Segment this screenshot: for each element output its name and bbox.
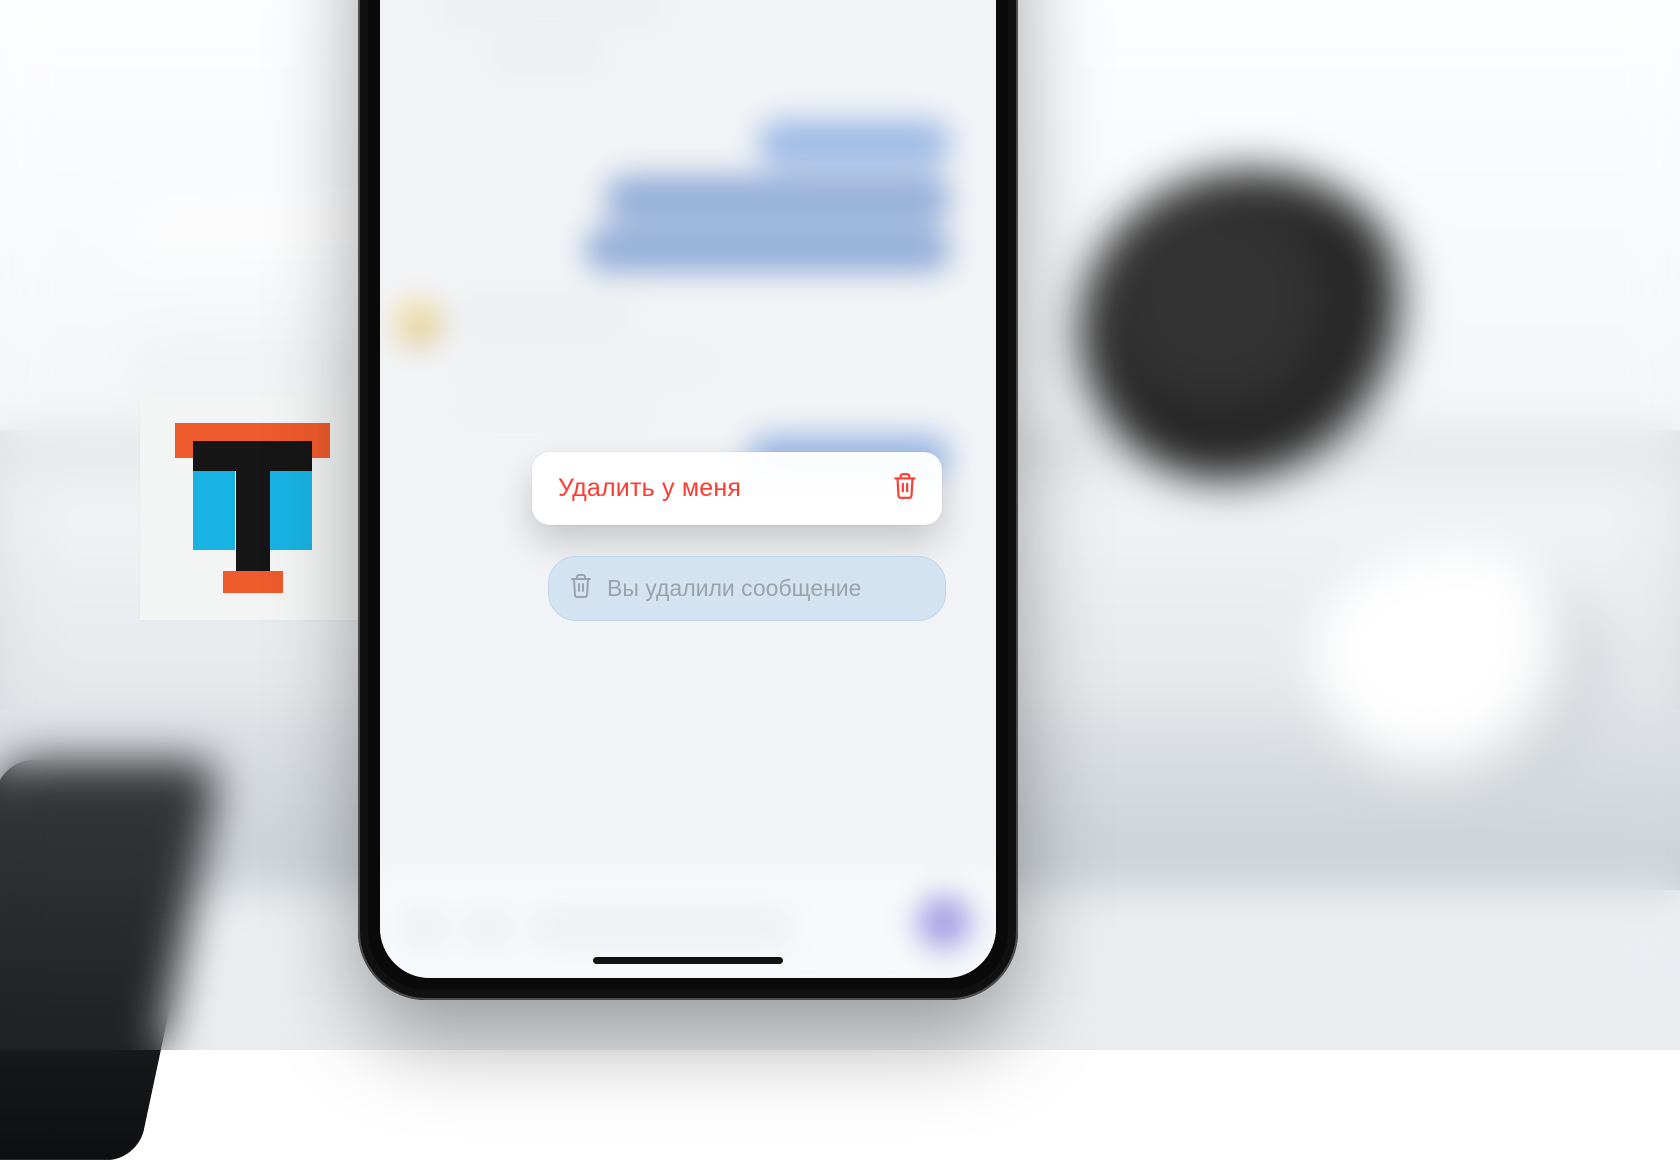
- deleted-message-text: Вы удалили сообщение: [607, 575, 861, 602]
- phone-frame: Удалить у меня Вы удалили: [358, 0, 1018, 1000]
- trash-icon: [892, 472, 918, 505]
- delete-for-me-menu-item[interactable]: Удалить у меня: [532, 452, 942, 525]
- trash-icon: [569, 573, 593, 604]
- deleted-message-bubble: Вы удалили сообщение: [548, 556, 946, 621]
- delete-for-me-label: Удалить у меня: [558, 474, 741, 503]
- app-logo-t-icon: [175, 423, 330, 593]
- home-indicator[interactable]: [593, 957, 783, 964]
- phone-screen: Удалить у меня Вы удалили: [380, 0, 996, 978]
- app-logo-tile: [140, 395, 365, 620]
